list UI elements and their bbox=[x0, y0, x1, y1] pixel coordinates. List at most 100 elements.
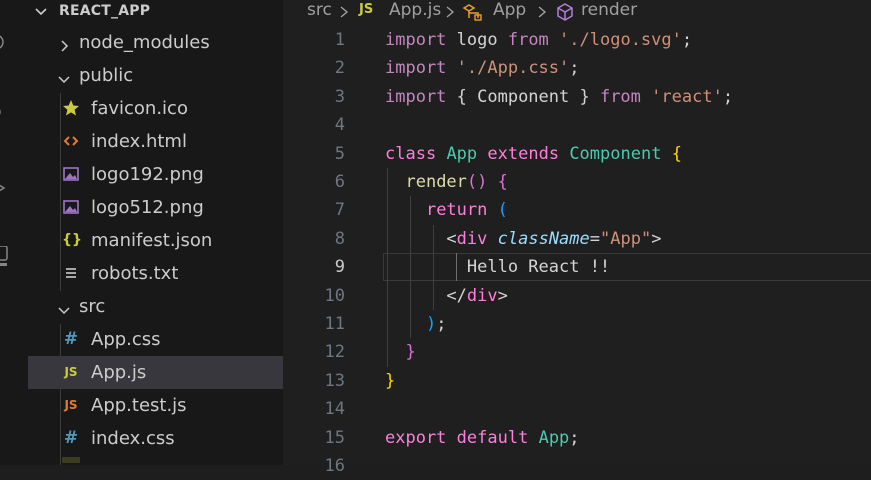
tree-file-index-css[interactable]: # index.css bbox=[28, 422, 283, 455]
line-number: 3 bbox=[334, 86, 345, 107]
tree-folder-node-modules[interactable]: node_modules bbox=[28, 26, 283, 59]
code-line[interactable]: <div className="App"> bbox=[385, 225, 661, 253]
code-line[interactable]: </div> bbox=[385, 282, 508, 310]
line-number: 9 bbox=[334, 257, 345, 278]
js-icon: JS bbox=[64, 398, 78, 412]
breadcrumb-component[interactable]: App bbox=[493, 0, 526, 21]
code-token: logo bbox=[446, 30, 508, 50]
tree-item-label: robots.txt bbox=[91, 263, 179, 284]
tree-file-favicon[interactable]: favicon.ico bbox=[28, 92, 283, 125]
tree-file-logo512[interactable]: logo512.png bbox=[28, 191, 283, 224]
code-token: className bbox=[497, 228, 590, 249]
code-token: } bbox=[385, 370, 396, 391]
breadcrumb: src JS App.js App render bbox=[283, 0, 871, 22]
chevron-down-icon bbox=[58, 70, 70, 89]
code-line[interactable]: ); bbox=[385, 310, 447, 338]
tree-file-robots[interactable]: robots.txt bbox=[28, 257, 283, 290]
json-icon: {} bbox=[62, 232, 82, 248]
code-token: import bbox=[385, 30, 447, 50]
tree-file-app-test-js[interactable]: JS App.test.js bbox=[28, 389, 283, 422]
tree-file-app-css[interactable]: # App.css bbox=[28, 323, 283, 356]
code-token: </ bbox=[446, 285, 467, 306]
code-line[interactable]: } bbox=[385, 367, 395, 395]
code-token: = bbox=[589, 228, 601, 249]
tree-item-label: App.test.js bbox=[91, 395, 187, 416]
image-icon bbox=[62, 165, 80, 183]
code-line[interactable]: Hello React !! bbox=[385, 253, 610, 281]
code-line[interactable]: import logo from './logo.svg'; bbox=[385, 26, 692, 54]
code-token: } bbox=[405, 342, 416, 363]
code-token: > bbox=[497, 285, 508, 306]
tree-file-index-html[interactable]: index.html bbox=[28, 125, 283, 158]
code-token: class bbox=[385, 143, 437, 164]
run-debug-icon[interactable] bbox=[0, 180, 8, 196]
tree-item-label: manifest.json bbox=[91, 230, 213, 251]
code-line[interactable]: } bbox=[385, 338, 416, 366]
code-token: ; bbox=[722, 86, 734, 107]
line-number: 6 bbox=[334, 172, 345, 192]
code-token: default bbox=[456, 427, 529, 448]
breadcrumb-file[interactable]: App.js bbox=[389, 0, 441, 21]
code-token: { bbox=[671, 143, 682, 164]
code-line[interactable]: export default App; bbox=[385, 424, 580, 452]
tree-file-app-js[interactable]: JS App.js bbox=[28, 356, 283, 389]
code-token: ; bbox=[436, 314, 447, 334]
css-icon: # bbox=[63, 428, 79, 448]
js-icon: JS bbox=[64, 365, 78, 379]
tree-file-manifest[interactable]: {} manifest.json bbox=[28, 224, 283, 257]
code-line[interactable]: class App extends Component { bbox=[385, 140, 682, 168]
css-icon: # bbox=[63, 329, 79, 349]
code-token: div bbox=[456, 228, 488, 249]
tree-item-label: index.html bbox=[91, 131, 187, 152]
code-token: return bbox=[425, 200, 488, 221]
js-badge: JS bbox=[359, 2, 374, 17]
code-token: import bbox=[385, 86, 447, 107]
tree-folder-public[interactable]: public bbox=[28, 59, 283, 92]
tree-item-label: index.css bbox=[91, 428, 175, 449]
explorer-root-label: REACT_APP bbox=[59, 3, 151, 19]
explorer-root-header[interactable]: REACT_APP bbox=[28, 0, 283, 22]
breadcrumb-folder[interactable]: src bbox=[307, 0, 332, 21]
explorer-sidebar: REACT_APP node_modules public favicon.ic… bbox=[28, 0, 283, 465]
chevron-down-icon bbox=[58, 301, 70, 320]
code-token: ; bbox=[681, 30, 693, 50]
tree-item-label: logo512.png bbox=[91, 197, 204, 218]
tree-file-logo192[interactable]: logo192.png bbox=[28, 158, 283, 191]
class-symbol-icon bbox=[461, 3, 483, 27]
line-number: 13 bbox=[324, 370, 345, 391]
code-line[interactable]: import { Component } from 'react'; bbox=[385, 83, 733, 111]
tree-file-partial[interactable] bbox=[28, 455, 283, 465]
source-control-icon[interactable] bbox=[0, 104, 8, 120]
tree-folder-src[interactable]: src bbox=[28, 290, 283, 323]
breadcrumb-method[interactable]: render bbox=[581, 0, 637, 21]
code-token: Hello React !! bbox=[385, 257, 611, 278]
line-number: 4 bbox=[334, 115, 345, 136]
extensions-icon[interactable] bbox=[0, 246, 8, 266]
method-symbol-icon bbox=[555, 2, 575, 28]
code-token: () bbox=[466, 172, 488, 192]
code-editor[interactable]: src JS App.js App render 1 2 3 4 5 6 7 8 9 10 11 12… bbox=[283, 0, 871, 476]
code-token: { Component } bbox=[446, 86, 600, 107]
code-line[interactable]: return ( bbox=[385, 196, 508, 224]
code-line[interactable]: render() { bbox=[385, 168, 507, 196]
code-line[interactable]: import './App.css'; bbox=[385, 54, 580, 82]
chevron-right-icon bbox=[445, 4, 455, 24]
code-token: extends bbox=[487, 143, 560, 164]
image-icon bbox=[62, 198, 80, 216]
search-icon[interactable] bbox=[0, 34, 8, 50]
